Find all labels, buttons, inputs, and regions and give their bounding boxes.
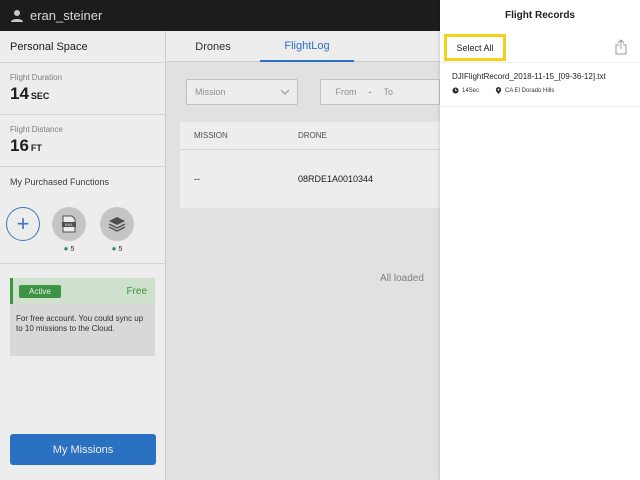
function-kml-count: 5: [70, 246, 75, 253]
plan-note: For free account. You could sync up to 1…: [16, 314, 144, 333]
flight-duration-label: Flight Duration: [10, 73, 63, 82]
mission-select-placeholder: Mission: [195, 87, 226, 97]
date-from: From: [335, 87, 357, 97]
kml-icon: KML: [62, 215, 76, 233]
main-content: Drones FlightLog Mission From - To MISSI…: [166, 31, 440, 480]
select-all-button[interactable]: Select All: [444, 34, 506, 61]
tab-drones[interactable]: Drones: [166, 31, 260, 62]
flight-distance-stat: Flight Distance 16 FT: [0, 115, 165, 167]
flight-duration-unit: SEC: [30, 91, 50, 101]
filters: Mission From - To: [166, 62, 440, 122]
function-kml[interactable]: KML ● 5: [52, 207, 86, 253]
function-layers[interactable]: ● 5: [100, 207, 134, 253]
record-name: DJIFlightRecord_2018-11-15_[09-36-12].tx…: [452, 72, 606, 81]
column-mission: MISSION: [194, 131, 228, 140]
flight-distance-unit: FT: [30, 143, 42, 153]
cell-drone: 08RDE1A0010344: [298, 174, 374, 184]
cell-mission: --: [194, 174, 200, 184]
table-header: MISSION DRONE: [180, 122, 440, 150]
username[interactable]: eran_steiner: [30, 8, 102, 23]
plan-tier: Free: [126, 285, 147, 297]
sidebar: Personal Space Flight Duration 14 SEC Fli…: [0, 31, 166, 480]
share-icon[interactable]: [615, 39, 627, 55]
all-loaded-text: All loaded: [380, 273, 424, 284]
plan-card: Active Free For free account. You could …: [10, 278, 155, 356]
status-badge: Active: [19, 284, 61, 298]
chevron-down-icon: [281, 89, 290, 95]
add-function-button[interactable]: +: [6, 207, 40, 241]
flight-distance-value: 16: [10, 136, 29, 155]
panel-toolbar: Select All: [440, 31, 640, 63]
location-pin-icon: [495, 87, 502, 94]
table-row[interactable]: -- 08RDE1A0010344: [180, 150, 440, 208]
clock-icon: [452, 87, 459, 94]
purchased-functions-title: My Purchased Functions: [10, 177, 110, 187]
date-dash: -: [368, 87, 372, 97]
column-drone: DRONE: [298, 131, 327, 140]
flight-distance-label: Flight Distance: [10, 125, 63, 134]
purchased-functions: + KML ● 5 ● 5: [0, 197, 165, 255]
date-range-picker[interactable]: From - To: [320, 79, 440, 105]
panel-title: Flight Records: [504, 10, 575, 21]
flight-duration-stat: Flight Duration 14 SEC: [0, 63, 165, 115]
list-item[interactable]: DJIFlightRecord_2018-11-15_[09-36-12].tx…: [440, 63, 640, 107]
user-icon[interactable]: [10, 9, 24, 23]
record-location: CA El Dorado Hills: [505, 87, 555, 94]
date-to: To: [383, 87, 393, 97]
tab-bar: Drones FlightLog: [166, 31, 440, 62]
function-layers-count: 5: [118, 246, 123, 253]
my-missions-button[interactable]: My Missions: [10, 434, 156, 465]
tab-flightlog[interactable]: FlightLog: [260, 31, 354, 62]
flight-duration-value: 14: [10, 84, 29, 103]
svg-text:KML: KML: [65, 222, 74, 227]
record-duration: 14Sec: [462, 87, 480, 94]
personal-space-heading: Personal Space: [0, 31, 165, 63]
flight-records-panel: Flight Records Select All DJIFlightRecor…: [440, 0, 640, 480]
mission-select[interactable]: Mission: [186, 79, 299, 105]
flightlog-table: MISSION DRONE -- 08RDE1A0010344: [180, 122, 440, 208]
layers-icon: [108, 217, 126, 232]
